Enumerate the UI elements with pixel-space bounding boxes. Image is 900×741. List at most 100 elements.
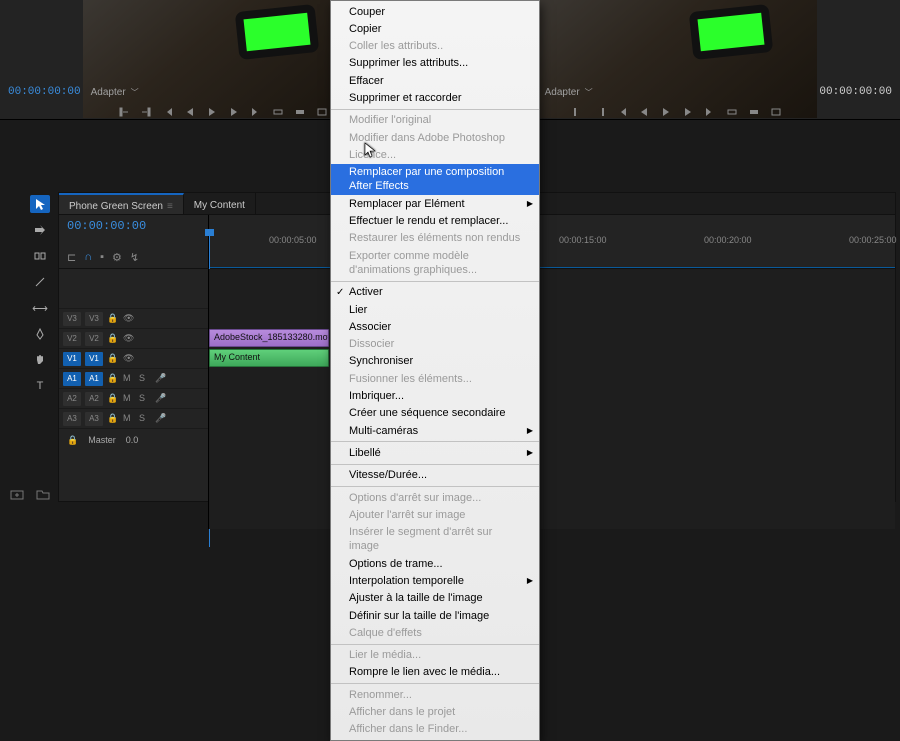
linked-selection-icon[interactable]: ∩ [84, 251, 92, 264]
marker-icon[interactable]: ▪ [100, 251, 104, 264]
context-menu-item[interactable]: Ajuster à la taille de l'image [331, 590, 539, 607]
folder-icon[interactable] [36, 488, 50, 500]
context-menu-item[interactable]: Imbriquer... [331, 388, 539, 405]
pen-tool[interactable] [30, 325, 50, 343]
eye-icon[interactable]: 👁 [123, 313, 135, 325]
lock-icon[interactable]: 🔒 [107, 413, 119, 425]
go-to-out-icon[interactable] [702, 105, 718, 119]
lock-icon[interactable]: 🔒 [107, 373, 119, 385]
lock-icon[interactable]: 🔒 [107, 353, 119, 365]
context-menu-item[interactable]: Synchroniser [331, 353, 539, 370]
snap-icon[interactable]: ⊏ [67, 251, 76, 264]
solo-icon[interactable]: S [139, 413, 151, 425]
lock-icon[interactable]: 🔒 [107, 393, 119, 405]
context-menu-item[interactable]: Copier [331, 20, 539, 37]
voiceover-icon[interactable]: 🎤 [155, 373, 167, 385]
step-back-icon[interactable] [182, 105, 198, 119]
selection-tool[interactable] [30, 195, 50, 213]
mark-out-icon[interactable] [592, 105, 608, 119]
context-menu-item[interactable]: Options de trame... [331, 555, 539, 572]
context-menu-item[interactable]: Effacer [331, 72, 539, 89]
mark-in-icon[interactable] [116, 105, 132, 119]
mark-out-icon[interactable] [138, 105, 154, 119]
track-patch[interactable]: A3 [85, 412, 103, 426]
context-menu-item[interactable]: Couper [331, 3, 539, 20]
track-content[interactable]: AdobeStock_185133280.mov My Content [209, 269, 895, 529]
mute-icon[interactable]: M [123, 413, 135, 425]
step-back-icon[interactable] [636, 105, 652, 119]
clip-v2[interactable]: AdobeStock_185133280.mov [209, 329, 329, 347]
track-target[interactable]: A2 [63, 392, 81, 406]
go-to-in-icon[interactable] [614, 105, 630, 119]
sequence-tab[interactable]: My Content [184, 193, 256, 214]
track-patch[interactable]: V1 [85, 352, 103, 366]
source-timecode[interactable]: 00:00:00:00 [8, 86, 81, 98]
context-menu-item[interactable]: Effectuer le rendu et remplacer... [331, 213, 539, 230]
track-target[interactable]: V3 [63, 312, 81, 326]
extract-icon[interactable] [746, 105, 762, 119]
sequence-tab[interactable]: Phone Green Screen ≡ [59, 193, 184, 214]
lock-icon[interactable]: 🔒 [67, 435, 78, 446]
hand-tool[interactable] [30, 351, 50, 369]
mute-icon[interactable]: M [123, 393, 135, 405]
mute-icon[interactable]: M [123, 373, 135, 385]
wrench-icon[interactable]: ↯ [130, 251, 139, 264]
context-menu-item[interactable]: Activer [331, 284, 539, 301]
eye-icon[interactable]: 👁 [123, 333, 135, 345]
program-zoom-dropdown[interactable]: Adapter﹀ [545, 87, 593, 98]
source-zoom-dropdown[interactable]: Adapter﹀ [91, 87, 139, 98]
solo-icon[interactable]: S [139, 393, 151, 405]
track-patch[interactable]: A2 [85, 392, 103, 406]
voiceover-icon[interactable]: 🎤 [155, 413, 167, 425]
slip-tool[interactable]: ⟷ [30, 299, 50, 317]
go-to-in-icon[interactable] [160, 105, 176, 119]
track-patch[interactable]: A1 [85, 372, 103, 386]
track-target[interactable]: V2 [63, 332, 81, 346]
eye-icon[interactable]: 👁 [123, 353, 135, 365]
lock-icon[interactable]: 🔒 [107, 333, 119, 345]
track-select-tool[interactable] [30, 221, 50, 239]
step-forward-icon[interactable] [680, 105, 696, 119]
play-icon[interactable] [658, 105, 674, 119]
panel-menu-icon[interactable]: ≡ [167, 201, 173, 212]
mark-in-icon[interactable] [570, 105, 586, 119]
clip-v1[interactable]: My Content [209, 349, 329, 367]
context-menu-item[interactable]: Créer une séquence secondaire [331, 405, 539, 422]
overwrite-icon[interactable] [292, 105, 308, 119]
context-menu-item[interactable]: Interpolation temporelle [331, 573, 539, 590]
ripple-edit-tool[interactable] [30, 247, 50, 265]
export-frame-icon[interactable] [768, 105, 784, 119]
type-tool[interactable]: T [30, 377, 50, 395]
context-menu-item[interactable]: Supprimer les attributs... [331, 55, 539, 72]
razor-tool[interactable] [30, 273, 50, 291]
step-forward-icon[interactable] [226, 105, 242, 119]
export-frame-icon[interactable] [314, 105, 330, 119]
insert-icon[interactable] [270, 105, 286, 119]
context-menu-item[interactable]: Vitesse/Durée... [331, 467, 539, 484]
context-menu-item[interactable]: Multi-caméras [331, 422, 539, 439]
timeline-ruler[interactable]: 00:00:05:0000:00:10:0000:00:15:0000:00:2… [209, 215, 895, 268]
timeline-playhead-timecode[interactable]: 00:00:00:00 [67, 219, 200, 233]
go-to-out-icon[interactable] [248, 105, 264, 119]
solo-icon[interactable]: S [139, 373, 151, 385]
track-target[interactable]: V1 [63, 352, 81, 366]
track-target[interactable]: A3 [63, 412, 81, 426]
track-patch[interactable]: V2 [85, 332, 103, 346]
context-menu-item[interactable]: Supprimer et raccorder [331, 89, 539, 106]
context-menu-item[interactable]: Remplacer par Elément [331, 195, 539, 212]
voiceover-icon[interactable]: 🎤 [155, 393, 167, 405]
context-menu-item[interactable]: Définir sur la taille de l'image [331, 607, 539, 624]
master-value[interactable]: 0.0 [126, 435, 139, 445]
context-menu-item[interactable]: Associer [331, 318, 539, 335]
context-menu-item[interactable]: Remplacer par une composition After Effe… [331, 164, 539, 196]
context-menu-item[interactable]: Rompre le lien avec le média... [331, 664, 539, 681]
track-patch[interactable]: V3 [85, 312, 103, 326]
context-menu-item[interactable]: Lier [331, 301, 539, 318]
new-item-icon[interactable] [10, 488, 24, 500]
lock-icon[interactable]: 🔒 [107, 313, 119, 325]
lift-icon[interactable] [724, 105, 740, 119]
context-menu-item[interactable]: Libellé [331, 444, 539, 461]
play-icon[interactable] [204, 105, 220, 119]
settings-icon[interactable]: ⚙ [112, 251, 122, 264]
track-target[interactable]: A1 [63, 372, 81, 386]
